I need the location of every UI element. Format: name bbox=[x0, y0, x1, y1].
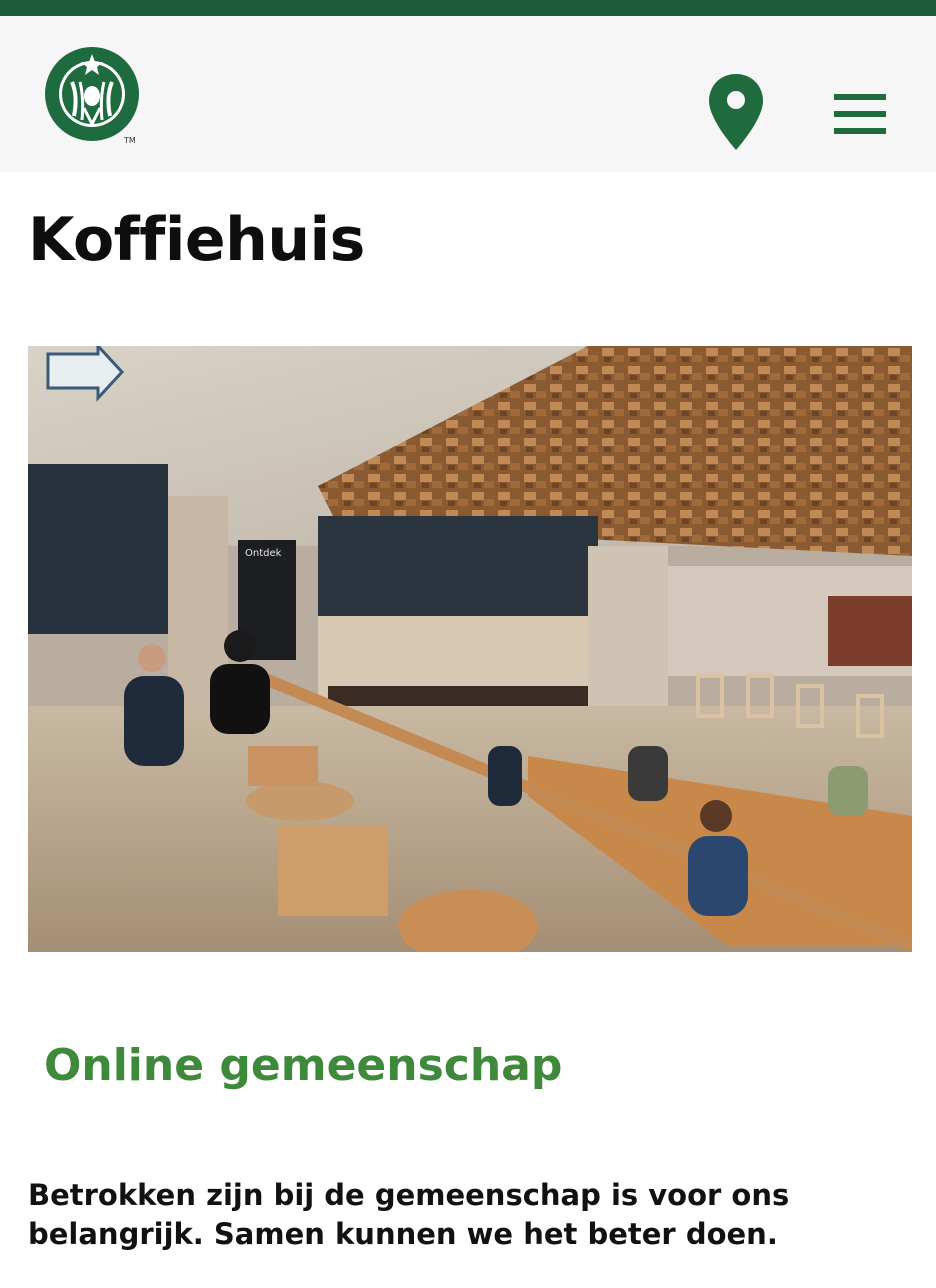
hamburger-menu-icon bbox=[834, 94, 886, 134]
map-pin-icon bbox=[709, 74, 763, 150]
section-title: Online gemeenschap bbox=[44, 1040, 563, 1091]
top-brand-strip bbox=[0, 0, 936, 16]
page-title: Koffiehuis bbox=[28, 205, 365, 275]
coffeehouse-photo: Ontdek bbox=[28, 346, 912, 952]
section-body-text: Betrokken zijn bij de gemeenschap is voo… bbox=[28, 1178, 790, 1251]
svg-text:TM: TM bbox=[123, 136, 136, 144]
starbucks-logo-icon[interactable]: TM bbox=[44, 46, 142, 145]
main-menu-button[interactable] bbox=[832, 90, 888, 138]
site-header: TM bbox=[0, 16, 936, 172]
hero-sign-text: Ontdek bbox=[245, 548, 282, 559]
store-locator-button[interactable] bbox=[706, 72, 766, 152]
